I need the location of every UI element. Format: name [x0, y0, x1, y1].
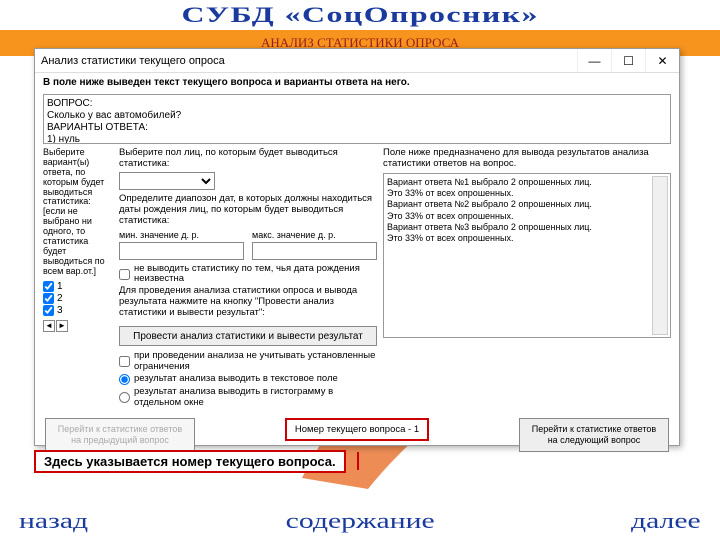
analysis-dialog: Анализ статистики текущего опроса — ☐ ✕ … [34, 48, 680, 446]
app-title: СУБД «СоцОпросник» [181, 2, 538, 28]
scroll-indicators[interactable]: ◄► [43, 320, 113, 332]
close-button[interactable]: ✕ [645, 49, 679, 72]
nav-contents-link[interactable]: содержание [285, 508, 434, 534]
instruction-text: В поле ниже выведен текст текущего вопро… [35, 73, 679, 92]
variant-label: 1 [57, 281, 63, 292]
min-date-caption: мин. значение д. р. [119, 230, 244, 240]
nav-next-link[interactable]: далее [631, 508, 701, 534]
output-histo-radio[interactable] [119, 392, 130, 403]
prev-question-button[interactable]: Перейти к статистике ответов на предыдущ… [45, 418, 195, 452]
question-box[interactable]: ВОПРОС: Сколько у вас автомобилей? ВАРИА… [43, 94, 671, 144]
run-hint: Для проведения анализа статистики опроса… [119, 286, 377, 319]
maximize-button[interactable]: ☐ [611, 49, 645, 72]
variants-label: Выберите вариант(ы) ответа, по которым б… [43, 148, 113, 277]
callout-line [357, 452, 359, 470]
next-question-button[interactable]: Перейти к статистике ответов на следующи… [519, 418, 669, 452]
run-analysis-button[interactable]: Провести анализ статистики и вывести рез… [119, 326, 377, 346]
date-range-label: Определите диапозон дат, в которых должн… [119, 194, 377, 227]
output-histo-label: результат анализа выводить в гистограмму… [134, 387, 377, 408]
gender-label: Выберите пол лиц, по которым будет вывод… [119, 148, 377, 170]
minimize-button[interactable]: — [577, 49, 611, 72]
variant-label: 2 [57, 293, 63, 304]
max-date-caption: макс. значение д. р. [252, 230, 377, 240]
nodob-label: не выводить статистику по тем, чья дата … [134, 264, 377, 285]
min-date-input[interactable] [119, 242, 244, 260]
max-date-input[interactable] [252, 242, 377, 260]
output-text-radio[interactable] [119, 374, 130, 385]
norestrict-label: при проведении анализа не учитывать уста… [134, 351, 377, 372]
variant-checkbox[interactable] [43, 293, 54, 304]
nav-back-link[interactable]: назад [19, 508, 88, 534]
results-box[interactable]: Вариант ответа №1 выбрало 2 опрошенных л… [383, 173, 671, 338]
variants-checklist: 123 [43, 281, 113, 316]
norestrict-checkbox[interactable] [119, 356, 130, 367]
output-text-label: результат анализа выводить в текстовое п… [134, 374, 338, 384]
gender-select[interactable] [119, 172, 215, 190]
dialog-title: Анализ статистики текущего опроса [41, 55, 577, 67]
results-caption: Поле ниже предназначено для вывода резул… [383, 148, 671, 170]
titlebar: Анализ статистики текущего опроса — ☐ ✕ [35, 49, 679, 73]
current-question-indicator: Номер текущего вопроса - 1 [285, 418, 429, 441]
variant-checkbox[interactable] [43, 281, 54, 292]
variant-label: 3 [57, 305, 63, 316]
annotation-callout: Здесь указывается номер текущего вопроса… [34, 450, 346, 473]
variant-checkbox[interactable] [43, 305, 54, 316]
nodob-checkbox[interactable] [119, 269, 130, 280]
